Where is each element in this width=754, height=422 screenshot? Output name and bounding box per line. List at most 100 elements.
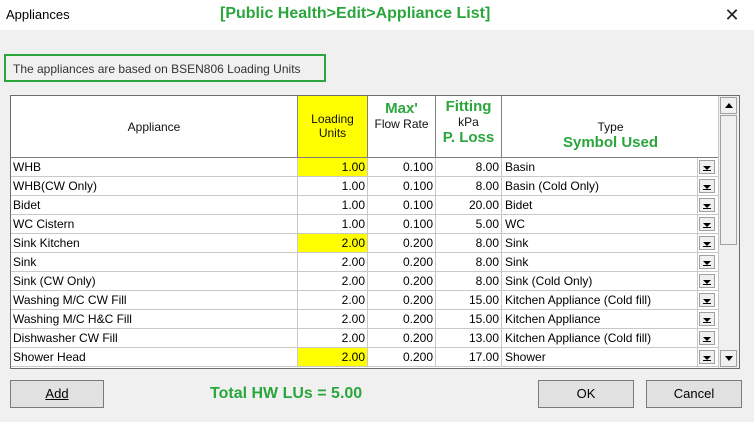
- table-row[interactable]: Shower Head 2.00 0.200 17.00 Shower: [11, 348, 719, 367]
- table-row[interactable]: Washing M/C CW Fill 2.00 0.200 15.00 Kitchen…: [11, 291, 719, 310]
- type-dropdown-cell: [698, 348, 719, 366]
- column-header-appliance[interactable]: Appliance: [11, 96, 298, 157]
- cancel-button-label: Cancel: [673, 386, 715, 401]
- dropdown-arrow-icon[interactable]: [699, 179, 715, 193]
- pressure-loss-cell[interactable]: 8.00: [436, 253, 502, 271]
- loading-units-cell[interactable]: 1.00: [298, 177, 368, 195]
- type-cell[interactable]: Sink: [502, 253, 698, 271]
- loading-units-cell[interactable]: 2.00: [298, 329, 368, 347]
- scroll-down-button[interactable]: [720, 350, 737, 367]
- flow-rate-cell[interactable]: 0.200: [368, 253, 436, 271]
- vertical-scrollbar[interactable]: [718, 96, 739, 368]
- pressure-loss-cell[interactable]: 8.00: [436, 234, 502, 252]
- add-button[interactable]: Add: [10, 380, 104, 408]
- column-header-type[interactable]: Type Symbol Used: [502, 96, 719, 157]
- loading-units-cell[interactable]: 1.00: [298, 215, 368, 233]
- symbol-header-annotation: Symbol Used: [562, 134, 659, 151]
- total-hw-lus: Total HW LUs = 5.00: [210, 385, 363, 402]
- dropdown-arrow-icon[interactable]: [699, 160, 715, 174]
- type-cell[interactable]: Bidet: [502, 196, 698, 214]
- pressure-loss-cell[interactable]: 15.00: [436, 291, 502, 309]
- flow-rate-cell[interactable]: 0.100: [368, 177, 436, 195]
- loading-units-cell[interactable]: 1.00: [298, 158, 368, 176]
- table-row[interactable]: Bidet 1.00 0.100 20.00 Bidet: [11, 196, 719, 215]
- type-cell[interactable]: Basin (Cold Only): [502, 177, 698, 195]
- type-dropdown-cell: [698, 272, 719, 290]
- appliance-cell[interactable]: WHB: [11, 158, 298, 176]
- flow-rate-cell[interactable]: 0.100: [368, 196, 436, 214]
- appliance-cell[interactable]: Shower Head: [11, 348, 298, 366]
- type-cell[interactable]: Kitchen Appliance (Cold fill): [502, 291, 698, 309]
- pressure-loss-cell[interactable]: 13.00: [436, 329, 502, 347]
- flow-rate-cell[interactable]: 0.100: [368, 158, 436, 176]
- scroll-up-button[interactable]: [720, 97, 737, 114]
- pressure-loss-cell[interactable]: 5.00: [436, 215, 502, 233]
- flow-rate-cell[interactable]: 0.200: [368, 291, 436, 309]
- appliance-grid[interactable]: Appliance Loading Units Max' Flow Rate F…: [10, 95, 740, 369]
- type-cell[interactable]: Sink: [502, 234, 698, 252]
- pressure-loss-cell[interactable]: 8.00: [436, 158, 502, 176]
- appliance-cell[interactable]: Sink (CW Only): [11, 272, 298, 290]
- type-cell[interactable]: Sink (Cold Only): [502, 272, 698, 290]
- appliance-cell[interactable]: Sink: [11, 253, 298, 271]
- column-header-loading-units[interactable]: Loading Units: [298, 96, 368, 157]
- type-cell[interactable]: WC: [502, 215, 698, 233]
- table-row[interactable]: Sink 2.00 0.200 8.00 Sink: [11, 253, 719, 272]
- type-cell[interactable]: Kitchen Appliance (Cold fill): [502, 329, 698, 347]
- pressure-loss-cell[interactable]: 17.00: [436, 348, 502, 366]
- appliance-cell[interactable]: Washing M/C H&C Fill: [11, 310, 298, 328]
- column-header-pressure-loss[interactable]: Fitting kPa P. Loss: [436, 96, 502, 157]
- appliance-cell[interactable]: Bidet: [11, 196, 298, 214]
- dropdown-arrow-icon[interactable]: [699, 198, 715, 212]
- pressure-loss-cell[interactable]: 8.00: [436, 177, 502, 195]
- table-row[interactable]: WHB(CW Only) 1.00 0.100 8.00 Basin (Cold Onl…: [11, 177, 719, 196]
- loading-units-cell[interactable]: 2.00: [298, 234, 368, 252]
- type-cell[interactable]: Kitchen Appliance: [502, 310, 698, 328]
- add-button-label: Add: [45, 386, 69, 401]
- dropdown-arrow-icon[interactable]: [699, 274, 715, 288]
- pressure-loss-cell[interactable]: 8.00: [436, 272, 502, 290]
- close-button[interactable]: ✕: [716, 2, 748, 28]
- table-row[interactable]: WHB 1.00 0.100 8.00 Basin: [11, 158, 719, 177]
- table-row[interactable]: Dishwasher CW Fill 2.00 0.200 13.00 Kitchen …: [11, 329, 719, 348]
- table-row[interactable]: Sink Kitchen 2.00 0.200 8.00 Sink: [11, 234, 719, 253]
- flow-rate-cell[interactable]: 0.200: [368, 348, 436, 366]
- appliance-cell[interactable]: Sink Kitchen: [11, 234, 298, 252]
- loading-units-cell[interactable]: 1.00: [298, 196, 368, 214]
- dropdown-arrow-icon[interactable]: [699, 331, 715, 345]
- appliance-cell[interactable]: Dishwasher CW Fill: [11, 329, 298, 347]
- table-row[interactable]: Washing M/C H&C Fill 2.00 0.200 15.00 Kitche…: [11, 310, 719, 329]
- dropdown-arrow-icon[interactable]: [699, 350, 715, 364]
- close-icon: ✕: [724, 5, 740, 25]
- table-row[interactable]: Sink (CW Only) 2.00 0.200 8.00 Sink (Cold On…: [11, 272, 719, 291]
- dropdown-arrow-icon[interactable]: [699, 255, 715, 269]
- table-row[interactable]: WC Cistern 1.00 0.100 5.00 WC: [11, 215, 719, 234]
- flow-rate-cell[interactable]: 0.200: [368, 234, 436, 252]
- dropdown-arrow-icon[interactable]: [699, 217, 715, 231]
- title-bar: Appliances [Public Health>Edit>Appliance…: [0, 0, 754, 30]
- scroll-thumb[interactable]: [720, 115, 737, 245]
- appliance-cell[interactable]: WHB(CW Only): [11, 177, 298, 195]
- column-header-flow-rate[interactable]: Max' Flow Rate: [368, 96, 436, 157]
- flow-rate-cell[interactable]: 0.200: [368, 329, 436, 347]
- pressure-loss-cell[interactable]: 15.00: [436, 310, 502, 328]
- flow-rate-cell[interactable]: 0.200: [368, 272, 436, 290]
- pressure-loss-cell[interactable]: 20.00: [436, 196, 502, 214]
- loading-units-cell[interactable]: 2.00: [298, 348, 368, 366]
- cancel-button[interactable]: Cancel: [646, 380, 742, 408]
- flow-rate-cell[interactable]: 0.200: [368, 310, 436, 328]
- type-cell[interactable]: Shower: [502, 348, 698, 366]
- appliance-cell[interactable]: WC Cistern: [11, 215, 298, 233]
- appliance-cell[interactable]: Washing M/C CW Fill: [11, 291, 298, 309]
- loading-units-cell[interactable]: 2.00: [298, 272, 368, 290]
- loading-units-cell[interactable]: 2.00: [298, 310, 368, 328]
- dropdown-arrow-icon[interactable]: [699, 293, 715, 307]
- flow-rate-cell[interactable]: 0.100: [368, 215, 436, 233]
- loading-units-cell[interactable]: 2.00: [298, 253, 368, 271]
- loading-units-cell[interactable]: 2.00: [298, 291, 368, 309]
- ok-button[interactable]: OK: [538, 380, 634, 408]
- type-cell[interactable]: Basin: [502, 158, 698, 176]
- dropdown-arrow-icon[interactable]: [699, 312, 715, 326]
- info-text: The appliances are based on BSEN806 Load…: [13, 62, 301, 76]
- dropdown-arrow-icon[interactable]: [699, 236, 715, 250]
